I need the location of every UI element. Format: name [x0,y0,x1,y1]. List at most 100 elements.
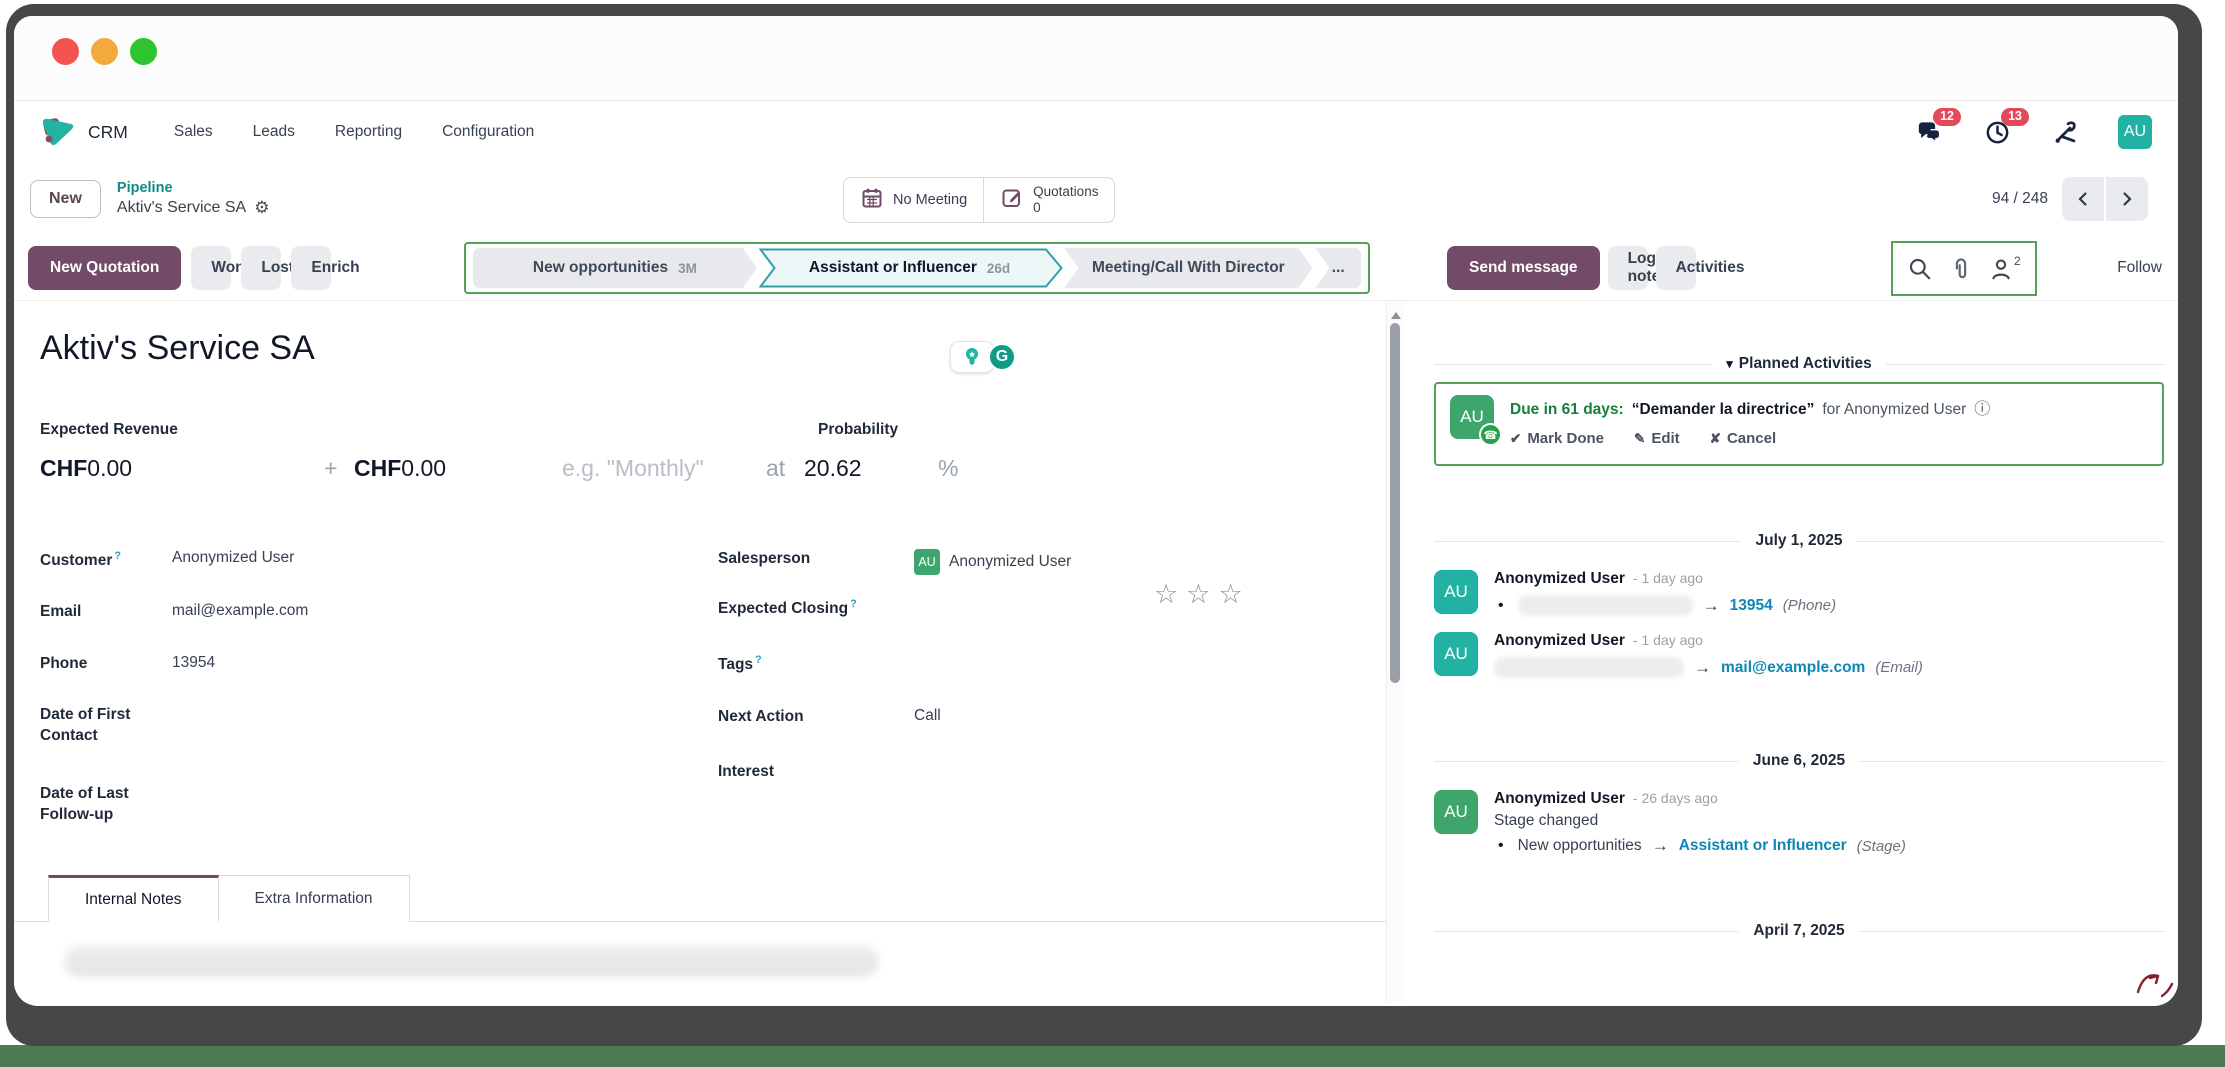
info-icon[interactable]: ⓘ [1974,395,1990,419]
date-last-followup-row: Date of Last Follow-up [40,784,172,826]
stage-overflow[interactable]: ... [1315,248,1361,288]
grammarly-icon[interactable]: G [988,343,1016,371]
form-scrollbar[interactable] [1386,301,1404,1003]
percent-sign: % [938,455,958,482]
email-value[interactable]: mail@example.com [172,602,308,623]
new-phone-link[interactable]: 13954 [1730,597,1773,615]
collapse-icon: ▾ [1726,356,1733,371]
messages-icon[interactable]: 12 [1914,117,1944,147]
stage-new-opportunities[interactable]: New opportunities 3M [473,248,757,288]
change-type: (Email) [1875,659,1923,676]
date-first-contact-row: Date of First Contact [40,705,172,747]
menu-reporting[interactable]: Reporting [335,123,402,141]
check-icon: ✔ [1510,431,1521,446]
attachment-paperclip-icon[interactable] [1948,256,1974,282]
notebook-tabs: Internal Notes Extra Information [14,875,1386,922]
activities-clock-icon[interactable]: 13 [1982,117,2012,147]
tags-label: Tags? [718,653,914,676]
gear-icon[interactable]: ⚙ [254,197,269,218]
stage-meeting-call-with-director[interactable]: Meeting/Call With Director [1064,248,1312,288]
new-record-button[interactable]: New [30,180,101,218]
recurring-revenue-field[interactable]: CHF0.00 [354,455,401,482]
tab-internal-notes[interactable]: Internal Notes [48,875,219,922]
send-message-button[interactable]: Send message [1447,246,1600,290]
recurring-plan-placeholder[interactable]: e.g. "Monthly" [562,455,704,482]
minimize-button[interactable] [91,38,118,65]
message-email-change[interactable]: AU Anonymized User - 1 day ago → mail@ex… [1434,632,2164,678]
app-name[interactable]: CRM [88,122,128,143]
mark-done-button[interactable]: ✔Mark Done [1510,430,1604,447]
close-button[interactable] [52,38,79,65]
new-email-link[interactable]: mail@example.com [1721,659,1865,677]
salesperson-value[interactable]: AUAnonymized User [914,549,1071,575]
customer-label: Customer? [40,549,172,572]
message-phone-change[interactable]: AU Anonymized User - 1 day ago • → 13954… [1434,570,2164,616]
status-bar: New Quotation Won Lost Enrich New opport… [14,235,2178,301]
no-meeting-button[interactable]: No Meeting [844,178,983,222]
pencil-icon: ✎ [1634,431,1645,446]
user-avatar[interactable]: AU [2118,115,2152,149]
window-controls [52,38,157,65]
stage-assistant-or-influencer[interactable]: Assistant or Influencer 26d [759,248,1061,288]
breadcrumb-pipeline-link[interactable]: Pipeline [117,179,270,197]
crm-app-icon[interactable] [40,114,76,151]
log-note-button[interactable]: Log note [1608,246,1648,290]
planned-activities-header[interactable]: ▾Planned Activities [1434,353,2164,375]
pager-next-button[interactable] [2106,177,2148,221]
message-author: Anonymized User [1494,790,1625,808]
salesperson-label: Salesperson [718,549,914,575]
scroll-up-arrow[interactable] [1391,307,1401,319]
breadcrumb-current: Aktiv's Service SA [117,198,246,218]
cross-icon: ✘ [1710,431,1721,446]
menu-configuration[interactable]: Configuration [442,123,534,141]
revenue-row: CHF0.00 + CHF0.00 e.g. "Monthly" at 20.6… [14,455,1386,485]
new-quotation-button[interactable]: New Quotation [28,246,181,290]
star-icon[interactable]: ☆ [1186,579,1210,610]
expected-revenue-field[interactable]: CHF0.00 [40,455,87,482]
edit-activity-button[interactable]: ✎Edit [1634,430,1680,447]
arrow-icon: → [1703,596,1720,616]
maximize-button[interactable] [130,38,157,65]
opportunity-title[interactable]: Aktiv's Service SA [40,329,315,368]
tab-extra-information[interactable]: Extra Information [219,875,410,922]
stage-bar: New opportunities 3M Assistant or Influe… [473,248,1361,288]
calendar-icon [860,186,884,215]
activity-summary[interactable]: “Demander la directrice” [1632,401,1815,419]
star-icon[interactable]: ☆ [1154,579,1178,610]
new-stage-link[interactable]: Assistant or Influencer [1679,837,1847,855]
activities-button[interactable]: Activities [1656,246,1696,290]
redacted-old-value [1494,657,1684,678]
help-icon: ? [850,598,857,610]
window-titlebar [14,16,2178,101]
message-body: Stage changed [1494,812,1906,830]
email-field-row: Email mail@example.com [40,602,308,623]
message-stage-change[interactable]: AU Anonymized User - 26 days ago Stage c… [1434,790,2164,856]
date-divider: April 7, 2025 [1434,920,2164,942]
probability-value[interactable]: 20.62 [804,455,862,482]
date-divider: July 1, 2025 [1434,530,2164,552]
pager-value: 94 / 248 [1992,190,2048,208]
won-button[interactable]: Won [191,246,231,290]
search-messages-icon[interactable] [1907,256,1933,282]
arrow-icon: → [1652,836,1669,856]
help-icon: ? [114,550,121,562]
follow-button[interactable]: Follow [2117,259,2162,277]
followers-icon[interactable]: 2 [1988,256,2021,282]
interest-label: Interest [718,762,914,783]
star-icon[interactable]: ☆ [1218,579,1242,610]
menu-sales[interactable]: Sales [174,123,213,141]
phone-value[interactable]: 13954 [172,654,215,675]
next-action-value[interactable]: Call [914,707,941,728]
lost-button[interactable]: Lost [241,246,281,290]
debug-tools-icon[interactable] [2050,117,2080,147]
cancel-activity-button[interactable]: ✘Cancel [1710,430,1777,447]
enrich-button[interactable]: Enrich [291,246,331,290]
menu-leads[interactable]: Leads [253,123,295,141]
main-content: Aktiv's Service SA G Expected Revenue Pr… [14,301,2178,1003]
customer-value[interactable]: Anonymized User [172,549,294,572]
scrollbar-thumb[interactable] [1390,323,1400,683]
quotations-button[interactable]: Quotations 0 [983,178,1114,222]
main-menu: Sales Leads Reporting Configuration [174,123,534,141]
pager-previous-button[interactable] [2062,177,2104,221]
phone-activity-badge: ☎ [1479,423,1502,446]
